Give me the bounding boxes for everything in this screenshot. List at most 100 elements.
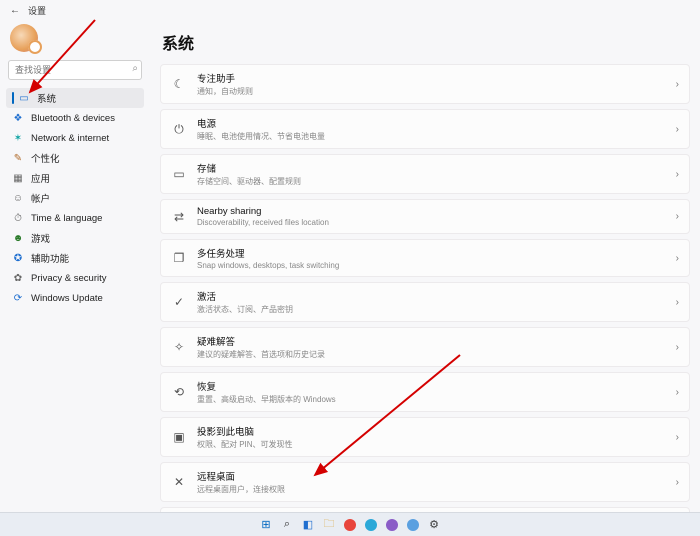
trouble-icon: ✧ xyxy=(171,340,187,354)
chevron-right-icon: › xyxy=(676,297,679,308)
taskbar-start[interactable]: ⊞ xyxy=(258,517,274,533)
multi-icon: ❐ xyxy=(171,251,187,265)
taskbar-settings[interactable]: ⚙ xyxy=(426,517,442,533)
setting-row-project[interactable]: ▣ 投影到此电脑权限、配对 PIN、可发现性 › xyxy=(160,417,690,457)
sidebar-item-label: Time & language xyxy=(31,213,102,224)
setting-title: 电源 xyxy=(197,116,666,130)
chevron-right-icon: › xyxy=(676,342,679,353)
setting-row-activate[interactable]: ✓ 激活激活状态、订阅、产品密钥 › xyxy=(160,282,690,322)
taskbar-app1[interactable] xyxy=(384,517,400,533)
taskbar-explorer[interactable]: 🗀 xyxy=(321,517,337,533)
window-title: 设置 xyxy=(28,4,46,17)
setting-subtitle: 睡眠、电池使用情况、节省电池电量 xyxy=(197,131,666,142)
sidebar-item-net[interactable]: ✶ Network & internet xyxy=(6,128,144,148)
taskbar-chrome[interactable] xyxy=(342,517,358,533)
setting-title: Nearby sharing xyxy=(197,206,666,217)
wu-icon: ⟳ xyxy=(12,293,24,304)
setting-row-focus[interactable]: ☾ 专注助手通知，自动规则 › xyxy=(160,64,690,104)
sidebar-item-acct[interactable]: ☺ 帐户 xyxy=(6,188,144,208)
chevron-right-icon: › xyxy=(676,432,679,443)
setting-row-nearby[interactable]: ⇄ Nearby sharingDiscoverability, received… xyxy=(160,199,690,234)
chevron-right-icon: › xyxy=(676,253,679,264)
taskbar-app2[interactable] xyxy=(405,517,421,533)
avatar[interactable] xyxy=(10,24,38,52)
sidebar-item-pers[interactable]: ✎ 个性化 xyxy=(6,148,144,168)
net-icon: ✶ xyxy=(12,133,24,144)
chevron-right-icon: › xyxy=(676,387,679,398)
search-icon: ⌕ xyxy=(132,63,138,74)
power-icon: ⏻ xyxy=(171,122,187,137)
sidebar-item-label: Network & internet xyxy=(31,133,109,144)
setting-subtitle: Discoverability, received files location xyxy=(197,218,666,227)
setting-title: 多任务处理 xyxy=(197,246,666,260)
taskbar-widgets[interactable]: ◧ xyxy=(300,517,316,533)
setting-title: 专注助手 xyxy=(197,71,666,85)
chevron-right-icon: › xyxy=(676,477,679,488)
sidebar-item-label: 游戏 xyxy=(31,231,50,245)
chevron-right-icon: › xyxy=(676,169,679,180)
sidebar-item-label: Windows Update xyxy=(31,293,103,304)
sidebar-item-label: 个性化 xyxy=(31,151,60,165)
storage-icon: ▭ xyxy=(171,167,187,181)
setting-subtitle: 重置、高级启动、早期版本的 Windows xyxy=(197,394,666,405)
sidebar-item-bt[interactable]: ❖ Bluetooth & devices xyxy=(6,108,144,128)
sidebar-item-label: 应用 xyxy=(31,171,50,185)
setting-row-multi[interactable]: ❐ 多任务处理Snap windows, desktops, task switc… xyxy=(160,239,690,277)
nearby-icon: ⇄ xyxy=(171,210,187,224)
sidebar-item-acc[interactable]: ✪ 辅助功能 xyxy=(6,248,144,268)
sidebar-item-label: 系统 xyxy=(37,91,56,105)
setting-subtitle: 存储空间、驱动器、配置规则 xyxy=(197,176,666,187)
search-input[interactable] xyxy=(8,60,142,80)
sidebar-item-label: 辅助功能 xyxy=(31,251,69,265)
setting-subtitle: 通知，自动规则 xyxy=(197,86,666,97)
pers-icon: ✎ xyxy=(12,153,24,164)
setting-subtitle: 远程桌面用户，连接权限 xyxy=(197,484,666,495)
setting-title: 恢复 xyxy=(197,379,666,393)
focus-icon: ☾ xyxy=(171,77,187,91)
main-panel: 系统 ☾ 专注助手通知，自动规则 › ⏻ 电源睡眠、电池使用情况、节省电池电量 › ▭ 存储存… xyxy=(150,20,700,512)
setting-subtitle: Snap windows, desktops, task switching xyxy=(197,261,666,270)
sidebar-item-label: 帐户 xyxy=(31,191,50,205)
rdp-icon: ✕ xyxy=(171,475,187,489)
setting-title: 远程桌面 xyxy=(197,469,666,483)
setting-subtitle: 建议的疑难解答、首选项和历史记录 xyxy=(197,349,666,360)
recover-icon: ⟲ xyxy=(171,385,187,399)
setting-subtitle: 激活状态、订阅、产品密钥 xyxy=(197,304,666,315)
setting-title: 疑难解答 xyxy=(197,334,666,348)
sidebar-item-wu[interactable]: ⟳ Windows Update xyxy=(6,288,144,308)
bt-icon: ❖ xyxy=(12,113,24,124)
setting-row-trouble[interactable]: ✧ 疑难解答建议的疑难解答、首选项和历史记录 › xyxy=(160,327,690,367)
chevron-right-icon: › xyxy=(676,124,679,135)
setting-title: 投影到此电脑 xyxy=(197,424,666,438)
activate-icon: ✓ xyxy=(171,295,187,309)
acc-icon: ✪ xyxy=(12,253,24,264)
sidebar: ⌕ ▭ 系统 ❖ Bluetooth & devices ✶ Network & inte… xyxy=(0,20,150,512)
setting-row-recover[interactable]: ⟲ 恢复重置、高级启动、早期版本的 Windows › xyxy=(160,372,690,412)
taskbar-search[interactable]: ⌕ xyxy=(279,517,295,533)
time-icon: ⏱ xyxy=(12,213,24,224)
back-icon[interactable]: ← xyxy=(10,5,20,16)
acct-icon: ☺ xyxy=(12,193,24,204)
system-icon: ▭ xyxy=(18,93,30,104)
setting-subtitle: 权限、配对 PIN、可发现性 xyxy=(197,439,666,450)
sidebar-item-label: Bluetooth & devices xyxy=(31,113,115,124)
taskbar-edge[interactable] xyxy=(363,517,379,533)
sidebar-item-priv[interactable]: ✿ Privacy & security xyxy=(6,268,144,288)
taskbar: ⊞ ⌕ ◧ 🗀 ⚙ xyxy=(0,512,700,536)
setting-row-rdp[interactable]: ✕ 远程桌面远程桌面用户，连接权限 › xyxy=(160,462,690,502)
sidebar-item-time[interactable]: ⏱ Time & language xyxy=(6,208,144,228)
sidebar-item-label: Privacy & security xyxy=(31,273,107,284)
setting-title: 存储 xyxy=(197,161,666,175)
page-title: 系统 xyxy=(162,30,690,54)
sidebar-item-apps[interactable]: ▦ 应用 xyxy=(6,168,144,188)
apps-icon: ▦ xyxy=(12,173,24,184)
setting-row-power[interactable]: ⏻ 电源睡眠、电池使用情况、节省电池电量 › xyxy=(160,109,690,149)
chevron-right-icon: › xyxy=(676,79,679,90)
setting-row-storage[interactable]: ▭ 存储存储空间、驱动器、配置规则 › xyxy=(160,154,690,194)
project-icon: ▣ xyxy=(171,430,187,444)
priv-icon: ✿ xyxy=(12,273,24,284)
setting-title: 激活 xyxy=(197,289,666,303)
sidebar-item-system[interactable]: ▭ 系统 xyxy=(6,88,144,108)
sidebar-item-game[interactable]: ☻游戏 xyxy=(6,228,144,248)
search-box[interactable]: ⌕ xyxy=(8,60,142,80)
